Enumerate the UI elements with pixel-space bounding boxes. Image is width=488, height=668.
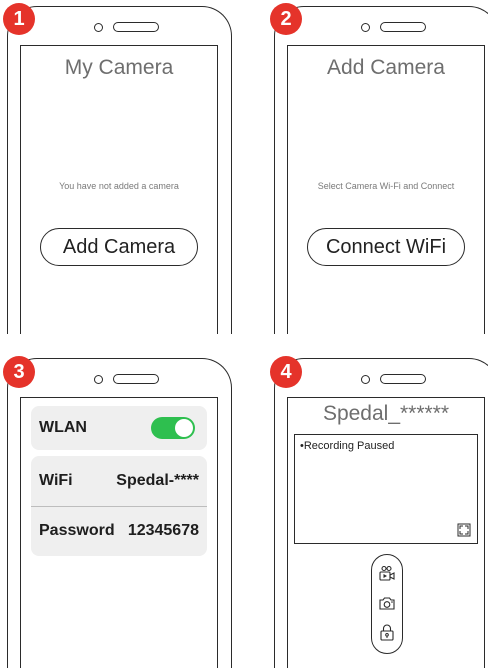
front-camera-dot (94, 375, 103, 384)
screen-title: Add Camera (327, 56, 445, 79)
video-record-icon[interactable] (378, 565, 396, 583)
step-4-panel: 4 Spedal_****** •Recording Paused (244, 334, 488, 668)
camera-name-title: Spedal_****** (322, 402, 450, 425)
front-camera-dot (361, 375, 370, 384)
fullscreen-icon[interactable] (457, 523, 471, 537)
wifi-network-name: Spedal-**** (116, 472, 199, 489)
password-value: 12345678 (127, 522, 199, 539)
step-number-badge: 4 (270, 356, 302, 388)
step-number-badge: 2 (270, 3, 302, 35)
camera-icon[interactable] (378, 595, 396, 611)
connect-wifi-button[interactable]: Connect WiFi (307, 228, 465, 266)
front-camera-dot (361, 23, 370, 32)
lock-icon[interactable] (379, 623, 395, 641)
phone-screen: Spedal_****** •Recording Paused (287, 397, 485, 668)
empty-state-hint: You have not added a camera (59, 181, 179, 191)
speaker-slot (380, 22, 426, 32)
speaker-slot (113, 374, 159, 384)
password-label: Password (39, 522, 115, 539)
wifi-label: WiFi (39, 472, 73, 489)
step-number-badge: 1 (3, 3, 35, 35)
phone-frame: My Camera You have not added a camera Ad… (7, 6, 232, 334)
wlan-card: WLAN (31, 406, 207, 450)
toggle-knob (175, 419, 193, 437)
instruction-hint: Select Camera Wi-Fi and Connect (317, 181, 455, 191)
recording-status: •Recording Paused (300, 440, 395, 452)
phone-screen: My Camera You have not added a camera Ad… (20, 45, 218, 334)
phone-frame: Add Camera Select Camera Wi-Fi and Conne… (274, 6, 488, 334)
wlan-label: WLAN (39, 419, 87, 436)
speaker-slot (113, 22, 159, 32)
add-camera-button[interactable]: Add Camera (40, 228, 198, 266)
phone-screen: Add Camera Select Camera Wi-Fi and Conne… (287, 45, 485, 334)
speaker-slot (380, 374, 426, 384)
phone-frame: WLAN WiFi Spedal-**** Password 12345678 (7, 358, 232, 668)
camera-control-bar (371, 554, 403, 654)
phone-frame: Spedal_****** •Recording Paused (274, 358, 488, 668)
step-1-panel: 1 My Camera You have not added a camera … (0, 0, 244, 334)
step-number-badge: 3 (3, 356, 35, 388)
step-3-panel: 3 WLAN WiFi Spedal-**** Password 1234567… (0, 334, 244, 668)
wlan-toggle[interactable] (151, 417, 195, 439)
step-2-panel: 2 Add Camera Select Camera Wi-Fi and Con… (244, 0, 488, 334)
row-divider (31, 506, 207, 507)
front-camera-dot (94, 23, 103, 32)
live-video-view[interactable]: •Recording Paused (294, 434, 478, 544)
phone-screen: WLAN WiFi Spedal-**** Password 12345678 (20, 397, 218, 668)
screen-title: My Camera (64, 56, 174, 79)
wifi-details-card: WiFi Spedal-**** Password 12345678 (31, 456, 207, 556)
